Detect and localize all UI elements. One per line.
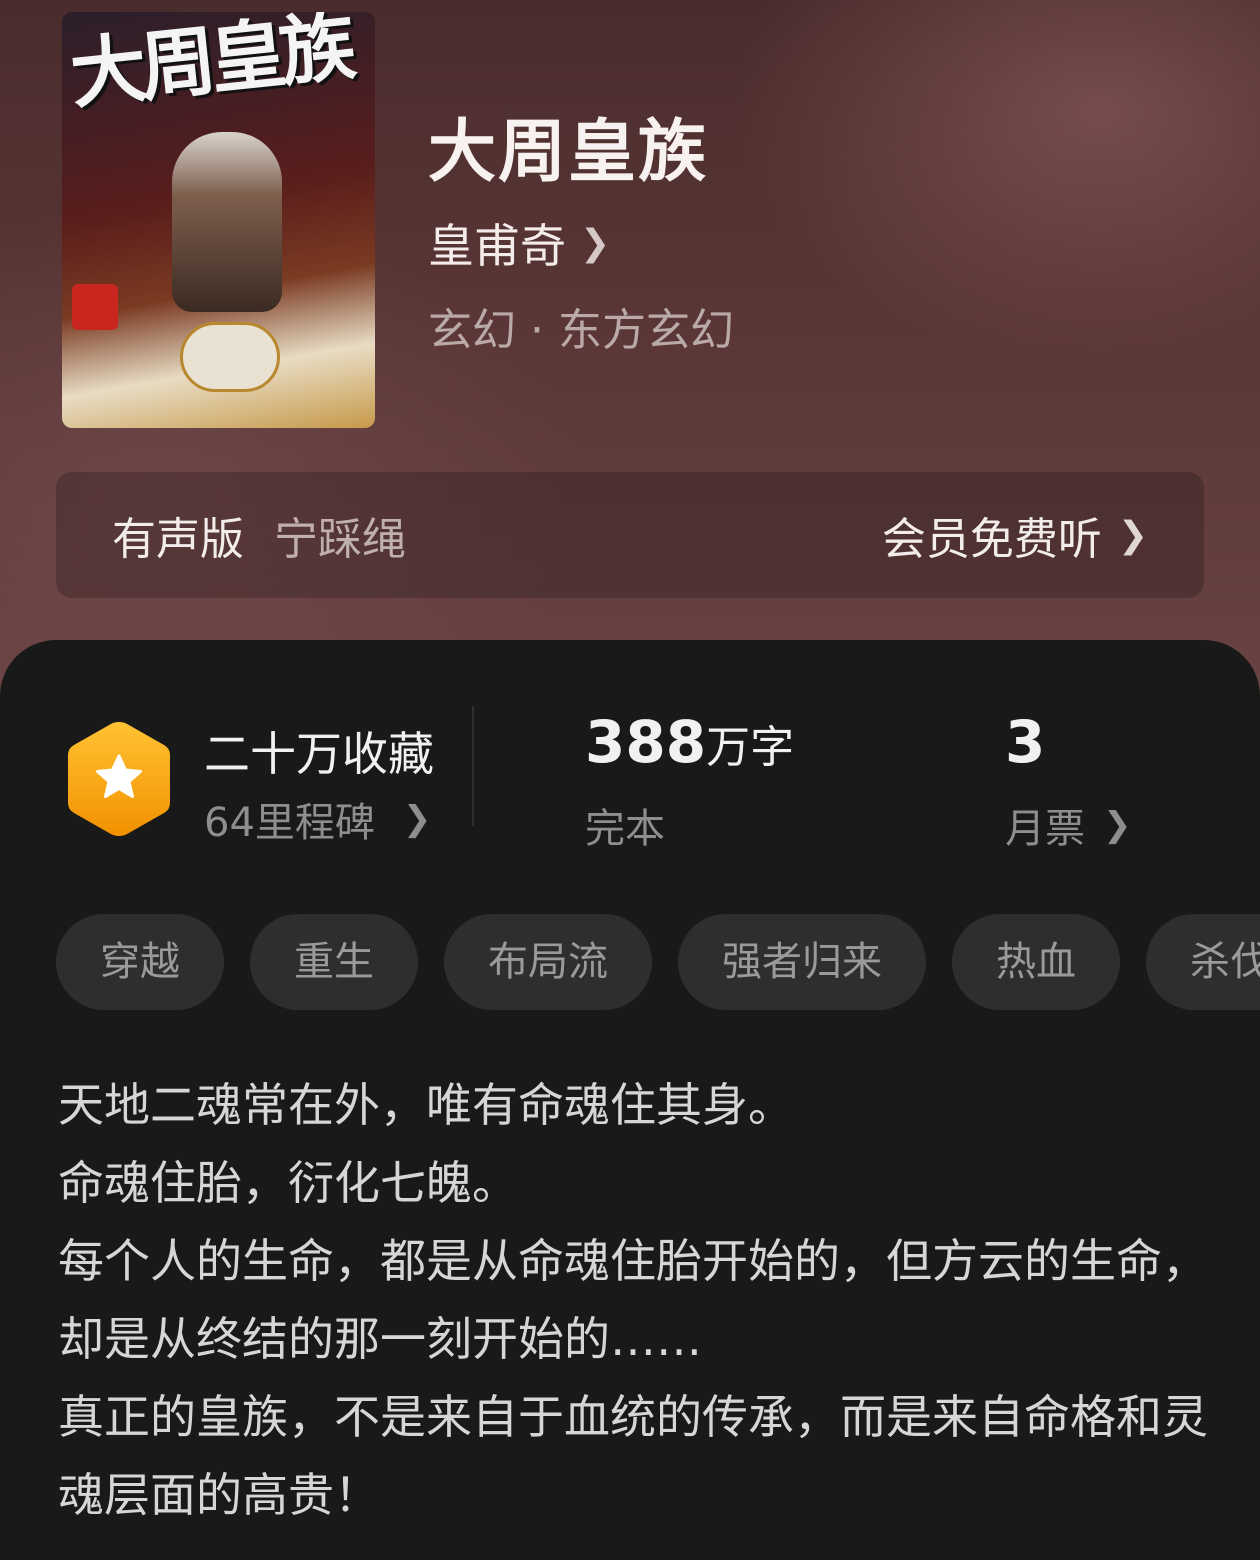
book-synopsis[interactable]: 天地二魂常在外，唯有命魂住其身。 命魂住胎，衍化七魄。 每个人的生命，都是从命魂… [58,1066,1208,1534]
cover-figure [172,132,282,312]
tag-chip[interactable]: 重生 [250,914,418,1010]
author-name: 皇甫奇 [428,219,566,273]
favorites-count: 二十万收藏 [204,727,434,781]
author-link[interactable]: 皇甫奇 ❯ [428,210,610,276]
synopsis-line: 每个人的生命，都是从命魂住胎开始的，但方云的生命，却是从终结的那一刻开始的…… [58,1234,1208,1366]
member-free-listen-button[interactable]: 会员免费听 [882,503,1102,567]
chevron-right-icon: ❯ [1103,805,1132,845]
tag-chip[interactable]: 布局流 [444,914,652,1010]
cover-title-art: 大周皇族 [66,12,354,120]
milestones-label: 64里程碑 [204,800,375,846]
audiobook-bar[interactable]: 有声版 宁踩绳 会员免费听 ❯ [56,472,1204,598]
book-genre: 玄幻 · 东方玄幻 [428,305,734,356]
synopsis-line: 命魂住胎，衍化七魄。 [58,1156,518,1210]
tag-chip[interactable]: 强者归来 [678,914,926,1010]
word-count-unit: 万字 [706,722,795,773]
chevron-right-icon: ❯ [402,799,432,839]
audiobook-label: 有声版 [112,514,244,565]
chevron-right-icon: ❯ [580,222,611,264]
chevron-right-icon: ❯ [1117,514,1148,556]
book-title: 大周皇族 [428,112,709,192]
cover-emblem [180,322,280,392]
cover-seal [72,284,118,330]
tag-list: 穿越 重生 布局流 强者归来 热血 杀伐 [56,914,1260,1012]
star-hexagon-icon[interactable] [64,718,174,840]
monthly-tickets-link[interactable]: 月票 ❯ [1005,796,1132,854]
word-count-number: 388 [585,708,707,776]
monthly-tickets-count: 3 [1005,708,1046,776]
synopsis-line: 天地二魂常在外，唯有命魂住其身。 [58,1078,794,1132]
completion-status: 完本 [585,806,665,852]
audiobook-narrator: 宁踩绳 [274,514,406,565]
monthly-tickets-label: 月票 [1005,806,1085,852]
synopsis-line: 真正的皇族，不是来自于血统的传承，而是来自命格和灵魂层面的高贵！ [58,1390,1208,1522]
milestones-link[interactable]: 64里程碑 ❯ [204,790,431,848]
tag-chip[interactable]: 热血 [952,914,1120,1010]
word-count: 388万字 [585,708,794,776]
stats-divider [472,706,474,826]
book-cover-image[interactable]: 大周皇族 [62,12,375,428]
tag-chip[interactable]: 穿越 [56,914,224,1010]
tag-chip[interactable]: 杀伐 [1146,914,1260,1010]
